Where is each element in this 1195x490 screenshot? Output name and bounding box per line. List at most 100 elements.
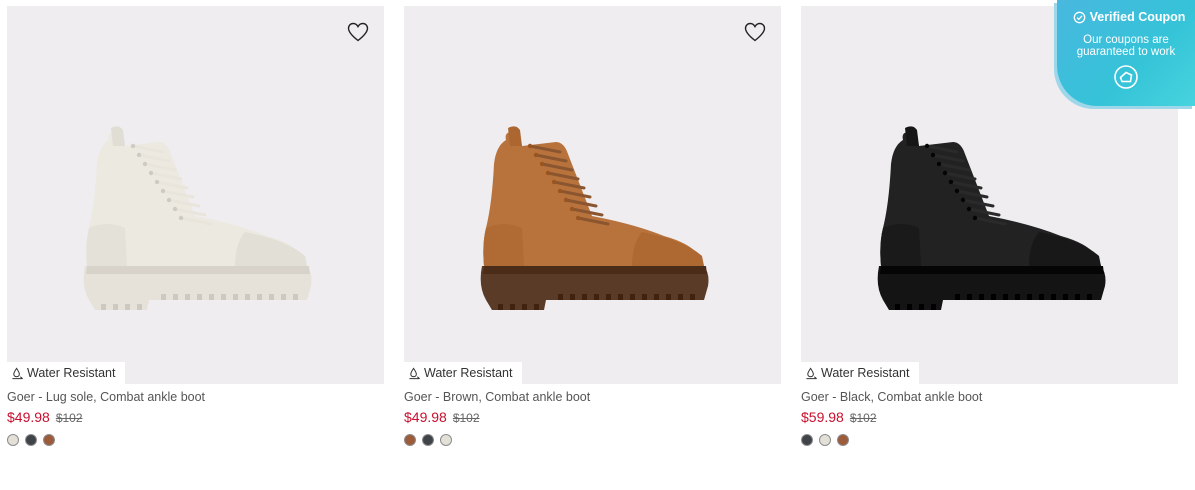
badge-label: Water Resistant bbox=[821, 366, 910, 380]
color-swatches bbox=[7, 434, 384, 446]
sole-lug bbox=[618, 294, 623, 300]
coupon-title-row: Verified Coupon bbox=[1057, 10, 1195, 24]
original-price: $102 bbox=[452, 411, 480, 425]
sole-lug bbox=[221, 294, 226, 300]
boot-eyelet bbox=[972, 215, 978, 221]
sole-lug bbox=[991, 294, 996, 300]
color-swatch[interactable] bbox=[7, 434, 19, 446]
water-resistant-badge: Water Resistant bbox=[801, 362, 920, 384]
color-swatches bbox=[801, 434, 1178, 446]
color-swatch[interactable] bbox=[422, 434, 434, 446]
boot-eyelet bbox=[539, 161, 545, 167]
sole-lug bbox=[1039, 294, 1044, 300]
water-drop-icon bbox=[806, 366, 817, 379]
boot-eyelet bbox=[527, 143, 533, 149]
boot-image bbox=[877, 126, 1106, 310]
sole-lug bbox=[197, 294, 202, 300]
sole-welt bbox=[483, 266, 707, 274]
sole-lug bbox=[967, 294, 972, 300]
sole-lug bbox=[606, 294, 611, 300]
sole-lug bbox=[1063, 294, 1068, 300]
color-swatch[interactable] bbox=[25, 434, 37, 446]
coupon-logo-icon bbox=[1114, 65, 1138, 89]
water-resistant-badge: Water Resistant bbox=[404, 362, 523, 384]
product-card[interactable]: Water Resistant Goer - Brown, Combat ank… bbox=[404, 6, 781, 446]
sole-lug bbox=[161, 294, 166, 300]
sole-lug bbox=[173, 294, 178, 300]
color-swatch[interactable] bbox=[43, 434, 55, 446]
boot-image bbox=[83, 126, 312, 310]
boot-eyelet bbox=[172, 206, 178, 212]
water-drop-icon bbox=[12, 366, 23, 379]
sole-lug bbox=[1003, 294, 1008, 300]
color-swatch[interactable] bbox=[440, 434, 452, 446]
boot-eyelet bbox=[557, 188, 563, 194]
sale-price: $49.98 bbox=[404, 409, 447, 425]
product-image[interactable]: Water Resistant bbox=[404, 6, 781, 384]
sole-lug bbox=[185, 294, 190, 300]
sale-price: $59.98 bbox=[801, 409, 844, 425]
sole-lug bbox=[931, 304, 936, 310]
boot-toe-cap bbox=[235, 232, 307, 266]
coupon-subtitle: Our coupons are guaranteed to work bbox=[1076, 34, 1176, 58]
boot-eyelet bbox=[575, 215, 581, 221]
badge-label: Water Resistant bbox=[27, 366, 116, 380]
boot-eyelet bbox=[563, 197, 569, 203]
sole-lug bbox=[570, 294, 575, 300]
sole-lug bbox=[690, 294, 695, 300]
sole-lug bbox=[907, 304, 912, 310]
color-swatch[interactable] bbox=[404, 434, 416, 446]
sole-lug bbox=[233, 294, 238, 300]
original-price: $102 bbox=[55, 411, 83, 425]
boot-eyelet bbox=[924, 143, 930, 149]
sole-lug bbox=[582, 294, 587, 300]
boot-heel-counter bbox=[880, 224, 921, 266]
product-name[interactable]: Goer - Lug sole, Combat ankle boot bbox=[7, 390, 384, 404]
sale-price: $49.98 bbox=[7, 409, 50, 425]
product-name[interactable]: Goer - Black, Combat ankle boot bbox=[801, 390, 1178, 404]
price-row: $59.98 $102 bbox=[801, 409, 1178, 425]
boot-toe-cap bbox=[632, 232, 704, 266]
color-swatch[interactable] bbox=[837, 434, 849, 446]
boot-eyelet bbox=[545, 170, 551, 176]
heart-icon[interactable] bbox=[743, 20, 767, 44]
boot-eyelet bbox=[142, 161, 148, 167]
check-circle-icon bbox=[1073, 11, 1085, 23]
sole-lug bbox=[498, 304, 503, 310]
product-image[interactable]: Water Resistant bbox=[7, 6, 384, 384]
color-swatch[interactable] bbox=[819, 434, 831, 446]
sole-lug bbox=[269, 294, 274, 300]
product-card[interactable]: Water Resistant Goer - Lug sole, Combat … bbox=[7, 6, 384, 446]
verified-coupon-widget[interactable]: Verified Coupon Our coupons are guarante… bbox=[1057, 0, 1195, 106]
boot-eyelet bbox=[160, 188, 166, 194]
sole-lug bbox=[955, 294, 960, 300]
original-price: $102 bbox=[849, 411, 877, 425]
sole-lug bbox=[257, 294, 262, 300]
boot-eyelet bbox=[166, 197, 172, 203]
sole-lug bbox=[534, 304, 539, 310]
heart-icon[interactable] bbox=[346, 20, 370, 44]
sole-lug bbox=[642, 294, 647, 300]
product-name[interactable]: Goer - Brown, Combat ankle boot bbox=[404, 390, 781, 404]
color-swatch[interactable] bbox=[801, 434, 813, 446]
sole-lug bbox=[245, 294, 250, 300]
sole-lug bbox=[919, 304, 924, 310]
sole-lug bbox=[678, 294, 683, 300]
boot-eyelet bbox=[178, 215, 184, 221]
sole-lug bbox=[137, 304, 142, 310]
boot-image bbox=[480, 126, 709, 310]
boot-eyelet bbox=[966, 206, 972, 212]
sole-lug bbox=[654, 294, 659, 300]
boot-eyelet bbox=[954, 188, 960, 194]
boot-pull-tab bbox=[508, 126, 522, 146]
boot-eyelet bbox=[136, 152, 142, 158]
sole-lug bbox=[895, 304, 900, 310]
sole-welt bbox=[880, 266, 1104, 274]
boot-heel-counter bbox=[86, 224, 127, 266]
sole-lug bbox=[630, 294, 635, 300]
sole-welt bbox=[86, 266, 310, 274]
boot-eyelet bbox=[569, 206, 575, 212]
badge-label: Water Resistant bbox=[424, 366, 513, 380]
sole-lug bbox=[209, 294, 214, 300]
water-drop-icon bbox=[409, 366, 420, 379]
